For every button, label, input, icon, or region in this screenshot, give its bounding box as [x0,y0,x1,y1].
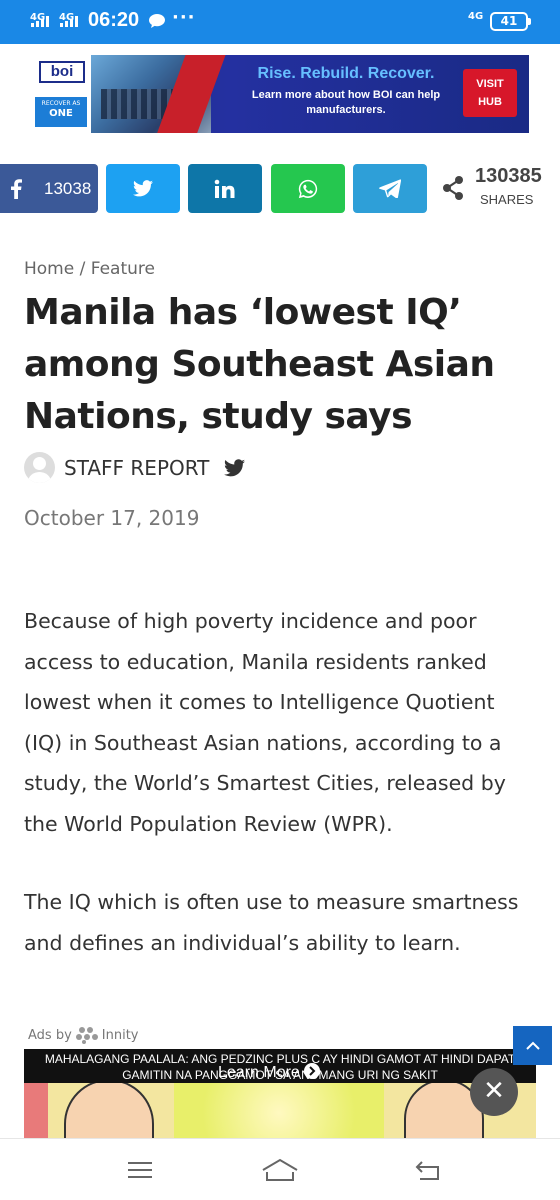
author-avatar [24,452,55,483]
banner-ad[interactable]: boi RECOVER AS ONE Rise. Rebuild. Recover… [31,55,529,133]
facebook-icon [11,178,22,199]
breadcrumb-feature-link[interactable]: Feature [91,259,155,279]
chevron-up-icon [525,1041,540,1050]
home-icon [262,1158,298,1181]
ad-cartoon-left [64,1079,154,1139]
chat-bubble-icon [149,14,165,28]
close-ad-button[interactable]: ✕ [470,1068,518,1116]
banner-subline: Learn more about how BOI can help manufa… [251,89,441,116]
boi-logo: boi RECOVER AS ONE [31,55,91,133]
more-notifications-icon: ··· [172,7,196,28]
arrow-circle-icon [304,1063,321,1079]
ads-by-label: Ads by Innity [28,1026,139,1044]
ad-graphic-center [174,1083,384,1139]
boi-logo-text: boi [39,61,85,83]
author-twitter-icon[interactable] [224,459,245,477]
article-paragraph: Because of high poverty incidence and po… [24,609,506,836]
banner-headline: Rise. Rebuild. Recover. [257,65,435,82]
share-icon[interactable] [440,165,466,213]
back-icon [415,1161,439,1180]
innity-logo-icon [75,1027,98,1044]
menu-icon [128,1162,152,1178]
learn-more-button[interactable]: Learn More [218,1063,321,1082]
status-bar: 4G 4G 06:20 ··· 4G 41 [0,0,560,44]
shares-label: SHARES [480,192,534,207]
linkedin-share-button[interactable] [188,164,262,213]
telegram-share-button[interactable] [353,164,427,213]
breadcrumb-separator: / [79,259,86,279]
breadcrumb-home-link[interactable]: Home [24,259,74,279]
twitter-icon [133,180,153,197]
signal-icon-1 [31,16,49,27]
home-button[interactable] [260,1155,300,1185]
publish-date: October 17, 2019 [24,506,200,530]
ad-graphic-strip [24,1083,48,1139]
article-paragraph: The IQ which is often use to measure sma… [24,890,519,955]
battery-level: 41 [500,14,518,28]
network-type-right: 4G [468,11,484,22]
telegram-icon [379,179,401,198]
twitter-share-button[interactable] [106,164,180,213]
article-title: Manila has ‘lowest IQ’ among Southeast A… [24,292,495,437]
battery-icon: 41 [490,12,531,31]
linkedin-icon [214,179,235,198]
menu-button[interactable] [120,1155,160,1185]
breadcrumb: Home / Feature [24,259,155,279]
recover-as-one-badge: RECOVER AS ONE [35,97,87,127]
visit-hub-button[interactable]: VISIT HUB [463,69,517,117]
facebook-share-count: 13038 [44,178,92,198]
signal-icon-2 [60,16,78,27]
total-share-count: 130385 [475,165,542,187]
back-button[interactable] [408,1155,448,1185]
whatsapp-icon [298,179,318,198]
author-name[interactable]: STAFF REPORT [64,456,209,480]
scroll-to-top-button[interactable] [513,1026,552,1065]
system-nav-bar [0,1138,560,1200]
facebook-share-button[interactable]: 13038 [0,164,98,213]
ad-provider[interactable]: Innity [102,1028,139,1043]
clock: 06:20 [88,9,140,31]
inline-ad[interactable]: MAHALAGANG PAALALA: ANG PEDZINC PLUS C A… [24,1049,536,1139]
whatsapp-share-button[interactable] [271,164,345,213]
ads-by-text: Ads by [28,1027,72,1043]
